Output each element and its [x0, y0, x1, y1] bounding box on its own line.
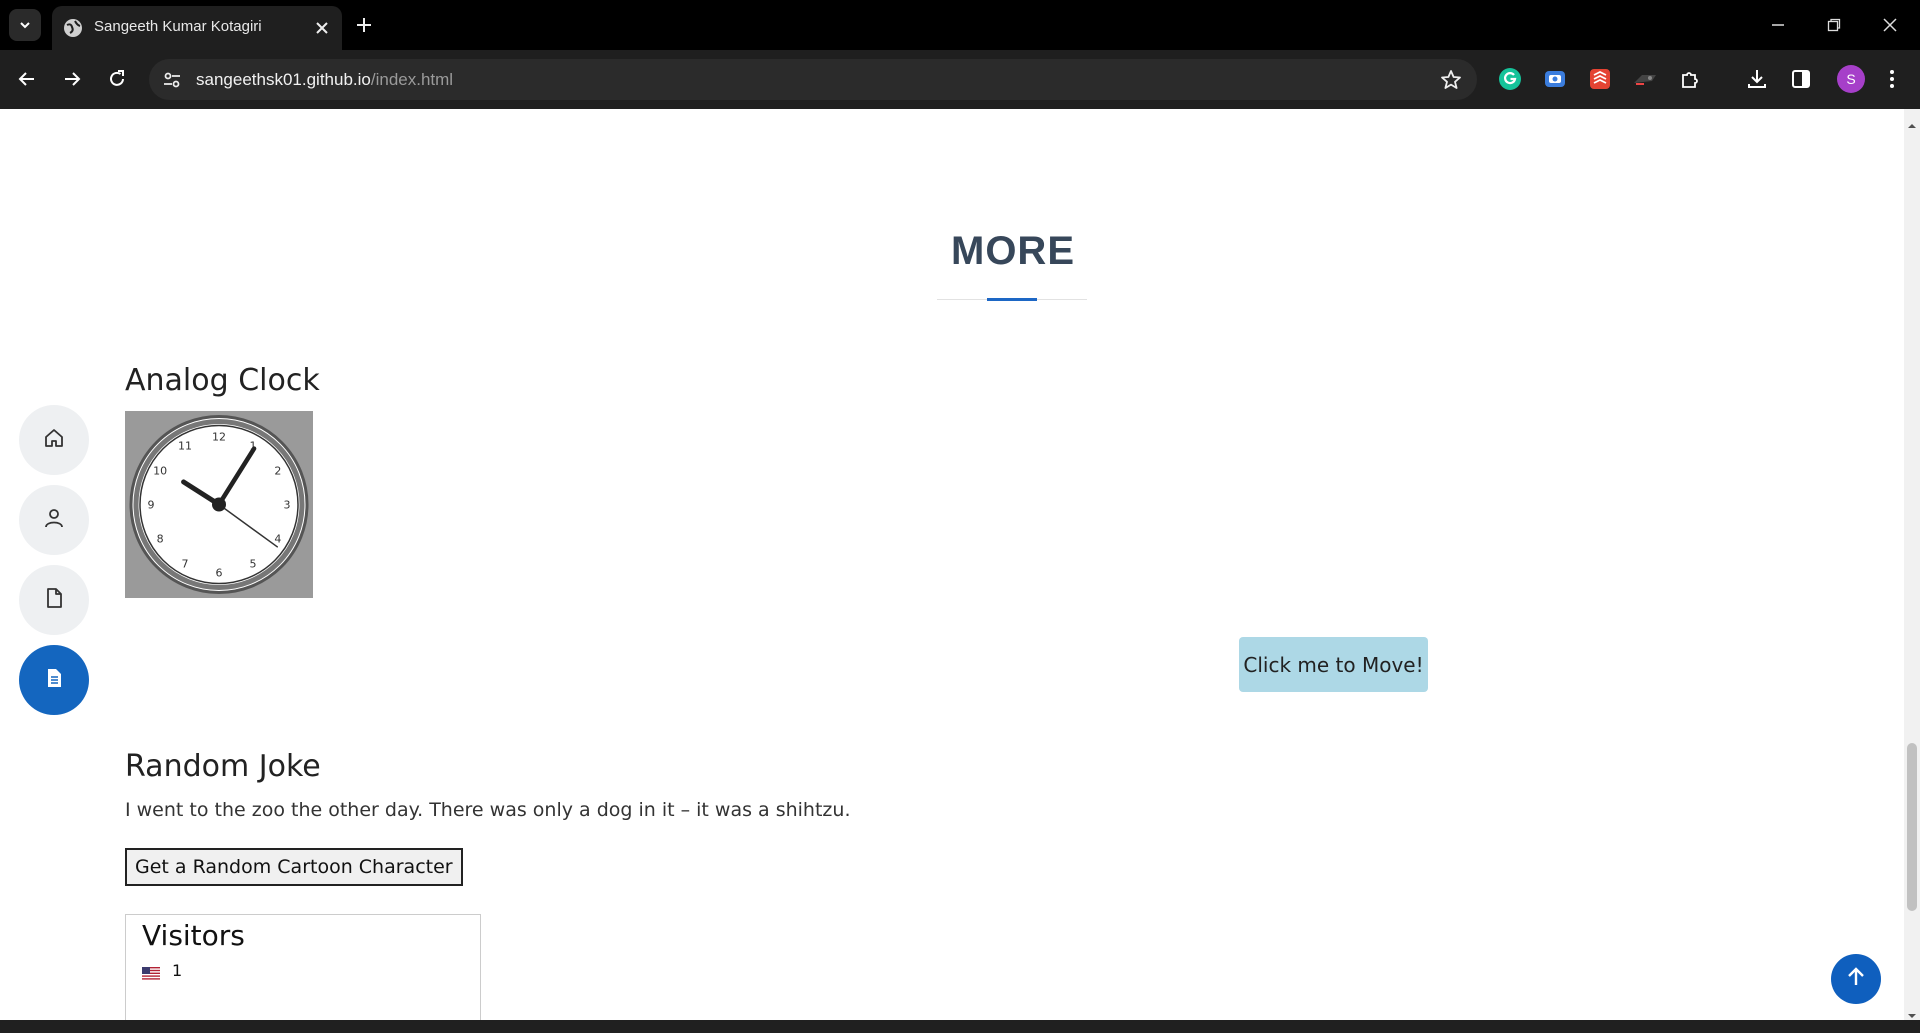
- puzzle-icon[interactable]: [1677, 66, 1703, 92]
- url-text: sangeethsk01.github.io/index.html: [196, 70, 453, 90]
- scroll-down-arrow-icon[interactable]: [1908, 1005, 1916, 1018]
- star-icon[interactable]: [1439, 68, 1463, 92]
- close-icon[interactable]: [310, 16, 334, 40]
- tab-strip: Sangeeth Kumar Kotagiri: [0, 0, 1920, 50]
- clock-number: 8: [157, 533, 164, 546]
- clock-heading: Analog Clock: [125, 363, 320, 398]
- globe-icon: [62, 17, 84, 39]
- joke-heading: Random Joke: [125, 749, 321, 784]
- browser-toolbar: sangeethsk01.github.io/index.html S: [0, 50, 1920, 109]
- clock-center: [212, 497, 226, 512]
- address-bar[interactable]: sangeethsk01.github.io/index.html: [149, 59, 1477, 100]
- visitors-widget: Visitors 1: [125, 914, 481, 1020]
- taskbar: [0, 1020, 1920, 1033]
- back-to-top-button[interactable]: [1831, 954, 1881, 1004]
- move-button[interactable]: Click me to Move!: [1239, 637, 1428, 692]
- clock-number: 6: [216, 567, 223, 580]
- home-icon: [42, 426, 66, 454]
- random-cartoon-button[interactable]: Get a Random Cartoon Character: [125, 848, 463, 886]
- close-window-icon[interactable]: [1862, 8, 1918, 42]
- analog-clock: 12 1 2 3 4 5 6 7 8 9 10 11: [125, 411, 313, 598]
- browser-tab[interactable]: Sangeeth Kumar Kotagiri: [52, 6, 342, 50]
- profile-avatar[interactable]: S: [1837, 65, 1865, 93]
- tab-title: Sangeeth Kumar Kotagiri: [94, 18, 262, 35]
- file-icon: [42, 586, 66, 614]
- visitors-title: Visitors: [142, 919, 245, 952]
- joke-text: I went to the zoo the other day. There w…: [125, 799, 851, 821]
- visitors-count: 1: [172, 961, 183, 980]
- page-scrollbar[interactable]: [1904, 109, 1920, 1020]
- clock-number: 7: [182, 557, 189, 570]
- nav-more[interactable]: [19, 645, 89, 715]
- nav-about[interactable]: [19, 485, 89, 555]
- clock-number: 12: [212, 431, 226, 444]
- clock-number: 3: [284, 499, 291, 512]
- screenshot-ext-icon[interactable]: [1542, 66, 1568, 92]
- chevron-down-icon[interactable]: [9, 9, 41, 41]
- download-icon[interactable]: [1744, 66, 1770, 92]
- kebab-menu-icon[interactable]: [1879, 66, 1905, 92]
- clock-number: 5: [250, 557, 257, 570]
- side-panel-icon[interactable]: [1788, 66, 1814, 92]
- clock-number: 2: [274, 465, 281, 478]
- arrow-left-icon[interactable]: [12, 64, 42, 94]
- nav-resume[interactable]: [19, 565, 89, 635]
- clock-number: 4: [274, 533, 281, 546]
- page-viewport: MORE Analog Clock 12 1 2 3 4 5 6 7 8 9 10 11 Click …: [0, 109, 1904, 1020]
- clock-number: 10: [153, 465, 167, 478]
- scroll-up-arrow-icon[interactable]: [1908, 115, 1916, 128]
- section-title: MORE: [951, 229, 1075, 273]
- tune-icon[interactable]: [161, 69, 183, 91]
- minimize-icon[interactable]: [1750, 8, 1806, 42]
- plus-icon[interactable]: [352, 13, 376, 37]
- arrow-up-icon: [1845, 966, 1867, 992]
- arrow-right-icon[interactable]: [57, 64, 87, 94]
- reload-icon[interactable]: [102, 64, 132, 94]
- extension-misc-icon[interactable]: [1632, 66, 1658, 92]
- title-divider-accent: [987, 298, 1037, 301]
- url-host: sangeethsk01.github.io: [196, 70, 371, 89]
- nav-home[interactable]: [19, 405, 89, 475]
- clock-number: 11: [178, 440, 192, 453]
- document-icon: [42, 666, 66, 694]
- url-path: /index.html: [370, 70, 454, 89]
- grammarly-icon[interactable]: [1497, 66, 1523, 92]
- todoist-icon[interactable]: [1587, 66, 1613, 92]
- user-icon: [42, 506, 66, 534]
- restore-icon[interactable]: [1806, 8, 1862, 42]
- scroll-thumb[interactable]: [1907, 743, 1917, 911]
- clock-number: 9: [148, 499, 155, 512]
- us-flag-icon: [142, 965, 160, 980]
